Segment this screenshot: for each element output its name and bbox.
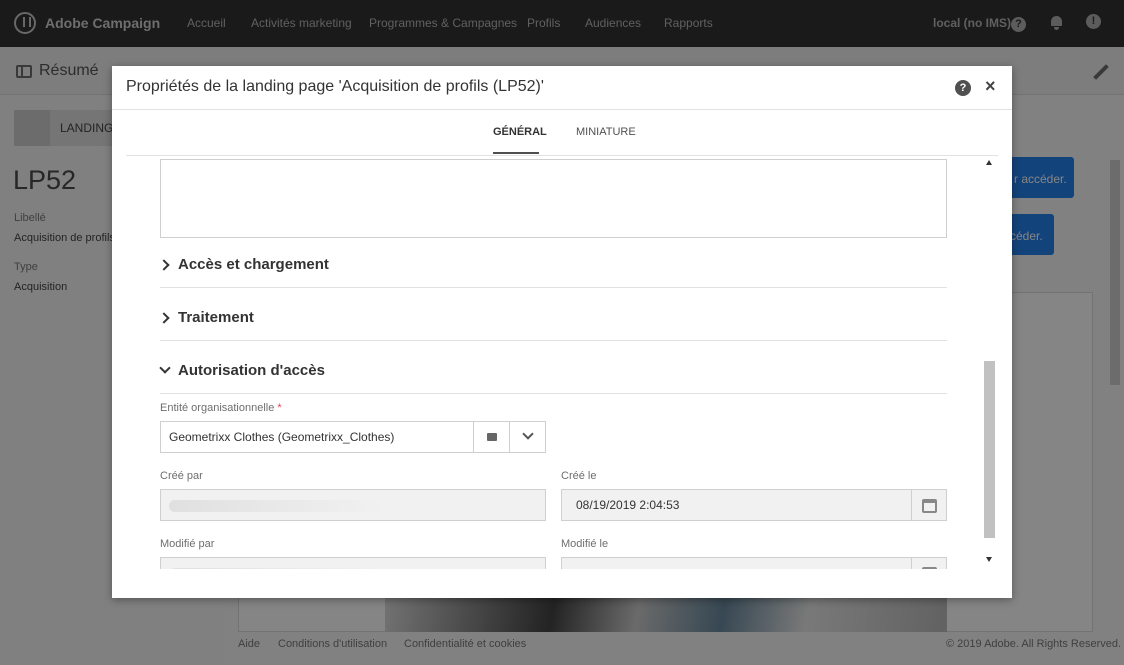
divider xyxy=(112,109,1012,110)
org-unit-dropdown-button[interactable] xyxy=(509,421,546,453)
org-unit-label: Entité organisationnelle * xyxy=(160,402,282,414)
folder-icon xyxy=(487,433,497,441)
section-processing[interactable]: Traitement xyxy=(158,307,947,341)
modified-by-field xyxy=(160,557,546,569)
org-unit-field[interactable]: Geometrixx Clothes (Geometrixx_Clothes) xyxy=(160,421,474,453)
modified-on-label: Modifié le xyxy=(561,538,609,550)
section-access-loading[interactable]: Accès et chargement xyxy=(158,254,947,288)
dialog-title: Propriétés de la landing page 'Acquisiti… xyxy=(126,78,544,95)
section-access-authorization[interactable]: Autorisation d'accès xyxy=(159,360,947,394)
active-tab-indicator xyxy=(493,152,539,154)
calendar-icon xyxy=(922,567,937,569)
modified-on-field xyxy=(561,557,912,569)
chevron-down-icon xyxy=(522,428,534,440)
redacted-value xyxy=(169,568,384,569)
created-on-calendar-button[interactable] xyxy=(911,489,947,521)
chevron-down-icon xyxy=(159,362,171,374)
properties-dialog: Propriétés de la landing page 'Acquisiti… xyxy=(112,66,1012,598)
section-title: Accès et chargement xyxy=(178,256,329,273)
modified-on-calendar-button[interactable] xyxy=(911,557,947,569)
created-by-field xyxy=(160,489,546,521)
help-icon[interactable]: ? xyxy=(955,80,971,96)
scrollbar-thumb[interactable] xyxy=(984,361,995,538)
description-textarea[interactable] xyxy=(160,159,947,238)
tab-general[interactable]: GÉNÉRAL xyxy=(493,126,547,138)
redacted-value xyxy=(169,500,384,512)
modified-by-label: Modifié par xyxy=(160,538,215,550)
close-icon[interactable]: × xyxy=(985,76,996,97)
section-title: Traitement xyxy=(178,309,254,326)
calendar-icon xyxy=(922,499,937,513)
created-on-label: Créé le xyxy=(561,470,597,482)
chevron-right-icon xyxy=(158,312,170,324)
scroll-down-arrow-icon[interactable] xyxy=(986,557,992,562)
required-marker: * xyxy=(277,402,282,414)
created-by-label: Créé par xyxy=(160,470,203,482)
scroll-up-arrow-icon[interactable] xyxy=(986,160,992,165)
org-unit-label-text: Entité organisationnelle xyxy=(160,402,275,414)
dialog-content[interactable]: Accès et chargement Traitement Autorisat… xyxy=(126,156,998,569)
created-on-field: 08/19/2019 2:04:53 xyxy=(561,489,912,521)
org-unit-browse-button[interactable] xyxy=(473,421,510,453)
tab-thumbnail[interactable]: MINIATURE xyxy=(576,126,636,138)
section-title: Autorisation d'accès xyxy=(178,362,325,379)
chevron-right-icon xyxy=(158,259,170,271)
